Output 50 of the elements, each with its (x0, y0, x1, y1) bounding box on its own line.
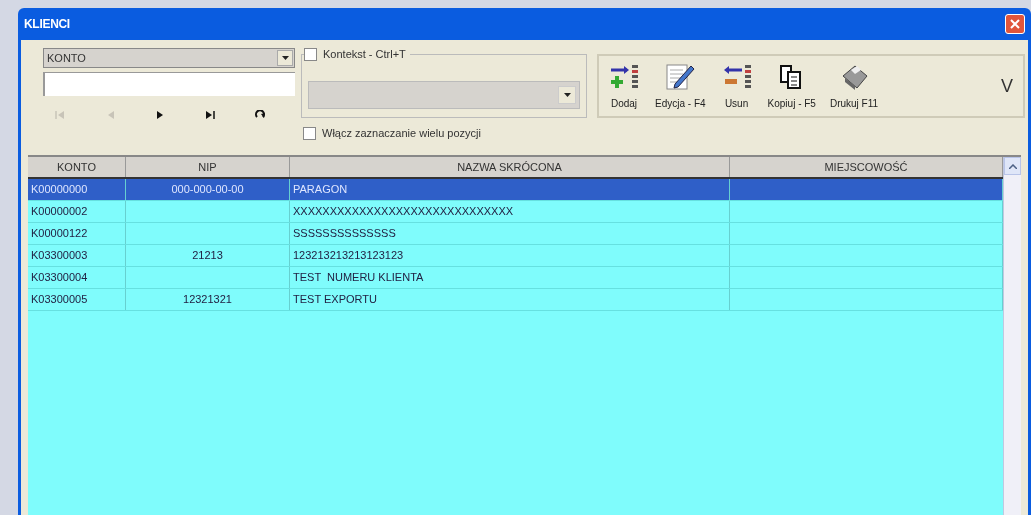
play-icon (155, 110, 165, 120)
table-cell-text: PARAGON (293, 182, 348, 198)
first-icon (55, 110, 65, 120)
table-cell-text: 21213 (192, 248, 223, 264)
column-header[interactable]: KONTO (28, 157, 126, 177)
table-cell-text: SSSSSSSSSSSSSS (293, 226, 396, 242)
table-row[interactable]: K03300004 TEST NUMERU KLIENTA (28, 267, 1003, 289)
multi-select-label: Włącz zaznaczanie wielu pozycji (322, 125, 481, 141)
table-cell-text: 123213213213123123 (293, 248, 404, 264)
search-field[interactable] (43, 72, 295, 96)
window-title: KLIENCI (24, 16, 70, 33)
scrollbar[interactable] (1003, 157, 1021, 515)
table-row[interactable]: K00000000 000-000-00-00 PARAGON (28, 179, 1003, 201)
table-cell-text: K00000002 (31, 204, 88, 220)
toolbar-button[interactable]: Edycja - F4 (653, 61, 708, 111)
table-cell-text: 000-000-00-00 (171, 182, 244, 198)
field-select[interactable]: KONTO (43, 48, 295, 68)
arrow-up-icon (1008, 163, 1017, 169)
column-header[interactable]: NAZWA SKRÓCONA (290, 157, 730, 177)
table-cell-text: K03300005 (31, 292, 88, 308)
dropdown-button[interactable] (277, 50, 293, 66)
table-cell-text: K00000000 (31, 182, 88, 198)
toolbar-button[interactable]: Drukuj F11 (827, 61, 881, 111)
dropdown-button[interactable] (558, 86, 576, 104)
table-cell-text: 12321321 (183, 292, 232, 308)
refresh-icon (255, 110, 265, 120)
checkbox[interactable] (304, 47, 317, 61)
more-button[interactable]: V (1001, 72, 1013, 100)
table-cell-text: XXXXXXXXXXXXXXXXXXXXXXXXXXXXXX (293, 204, 514, 220)
close-icon (1010, 19, 1020, 29)
table-cell-text: K03300003 (31, 248, 88, 264)
caret-icon (563, 93, 571, 97)
context-label: Kontekst - Ctrl+T (323, 47, 406, 62)
last-icon (205, 110, 215, 120)
checkbox[interactable] (303, 126, 316, 140)
toolbar-button[interactable]: Dodaj (605, 61, 643, 111)
table-cell-text: TEST EXPORTU (293, 292, 377, 308)
toolbar-button[interactable]: Usun (717, 61, 756, 111)
close-button[interactable] (1005, 14, 1025, 34)
caret-icon (281, 56, 289, 60)
table-cell-text: K03300004 (31, 270, 88, 286)
table-row[interactable]: K00000002 XXXXXXXXXXXXXXXXXXXXXXXXXXXXXX (28, 201, 1003, 223)
toolbar-button[interactable]: Kopiuj - F5 (765, 61, 818, 111)
table-row[interactable]: K00000122 SSSSSSSSSSSSSS (28, 223, 1003, 245)
scroll-up-button[interactable] (1004, 157, 1021, 175)
column-header[interactable]: NIP (126, 157, 290, 177)
table-row[interactable]: K03300005 12321321 TEST EXPORTU (28, 289, 1003, 311)
table-cell-text: TEST NUMERU KLIENTA (293, 270, 424, 286)
table-row[interactable]: K03300003 21213 123213213213123123 (28, 245, 1003, 267)
table-cell-text: K00000122 (31, 226, 88, 242)
